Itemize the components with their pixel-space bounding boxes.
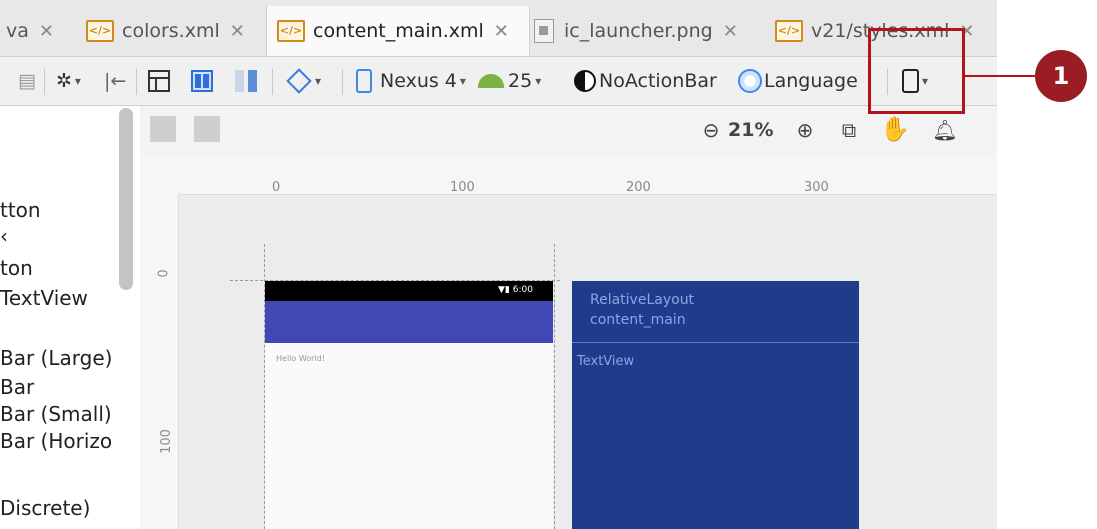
pan-hand-icon[interactable]: ✋ [880,114,910,144]
image-file-icon [534,19,554,43]
notification-bell-icon[interactable]: 🔔︎ [932,116,958,144]
ruler-tick-label: 200 [626,180,651,195]
settings-gear-icon[interactable]: ✲ ▾ [56,65,81,97]
tab-label: va [6,20,29,42]
guide-line [554,244,555,529]
design-view-icon[interactable] [148,65,170,97]
layout-toolbar: ▤ ✲ ▾ |← ▾ Nexus 4 ▾ 25 ▾ NoActionBar Langu… [0,57,1000,106]
blueprint-textview[interactable]: TextView [577,354,634,369]
design-blueprint-split-icon[interactable] [234,65,258,97]
editor-tab-bar: va ✕ </> colors.xml ✕ </> content_main.x… [0,0,1000,57]
xml-file-icon: </> [86,20,114,42]
blueprint-layout-type: RelativeLayout [590,292,695,308]
palette-item[interactable]: TextView [0,286,88,310]
zoom-to-fit-icon[interactable]: ⧉ [836,116,862,144]
palette-item[interactable]: Bar (Small) [0,402,112,426]
palette-item[interactable]: Discrete) [0,496,90,520]
blueprint-view-icon[interactable] [190,65,214,97]
callout-number-badge: 1 [1035,50,1087,102]
globe-icon [738,69,762,93]
palette-item[interactable]: Bar (Horizo [0,429,112,453]
zoom-in-icon[interactable]: ⊕ [792,116,818,144]
close-icon[interactable]: ✕ [39,21,54,42]
tab-colors-xml[interactable]: </> colors.xml ✕ [86,8,256,54]
phone-icon [356,69,372,93]
xml-file-icon: </> [775,20,803,42]
zoom-level: 21% [728,119,774,141]
vertical-ruler: 0 100 [140,194,179,529]
blueprint-divider [572,342,859,343]
ruler-tick-label: 100 [450,180,475,195]
orientation-icon[interactable]: ▾ [286,65,321,97]
callout-leader-line [965,75,1035,77]
close-icon[interactable]: ✕ [494,21,509,42]
pan-left-icon[interactable] [150,116,176,142]
status-bar-time: ▼▮ 6:00 [498,285,533,295]
palette-item[interactable]: Bar [0,375,34,399]
ruler-tick-label: 100 [158,429,174,454]
api-label: 25 [508,70,533,92]
palette-item[interactable]: tton [0,198,41,222]
language-label: Language [764,70,858,92]
tab-content-main-xml[interactable]: </> content_main.xml ✕ [266,6,530,56]
palette-toggle-icon[interactable]: ▤ [18,65,36,97]
tab-ic-launcher-png[interactable]: ic_launcher.png ✕ [534,8,762,54]
tab-label: content_main.xml [313,20,484,42]
palette-item[interactable]: ‹ [0,224,8,248]
align-left-icon[interactable]: |← [104,65,126,97]
device-content-area[interactable] [265,343,553,529]
ruler-tick-label: 0 [272,180,281,195]
device-label: Nexus 4 [380,70,457,92]
api-level-selector[interactable]: 25 ▾ [478,65,541,97]
theme-selector[interactable]: NoActionBar [574,65,717,97]
close-icon[interactable]: ✕ [230,21,245,42]
tab-label: ic_launcher.png [564,20,713,42]
tab-java[interactable]: va ✕ [0,8,84,54]
language-selector[interactable]: Language [738,65,858,97]
xml-file-icon: </> [277,20,305,42]
palette-item[interactable]: Bar (Large) [0,346,112,370]
ruler-tick-label: 300 [804,180,829,195]
ruler-tick-label: 0 [156,269,172,278]
palette-scrollbar[interactable] [119,108,133,290]
device-app-bar[interactable] [265,301,553,343]
theme-label: NoActionBar [599,70,717,92]
device-menu-highlight-box [868,28,965,114]
android-icon [478,74,504,88]
palette-item[interactable]: ton [0,256,33,280]
horizontal-ruler: 0 100 200 300 [140,154,997,195]
hello-world-textview[interactable]: Hello World! [276,354,325,363]
theme-icon [574,70,596,92]
pan-right-icon[interactable] [194,116,220,142]
tab-label: colors.xml [122,20,220,42]
blueprint-layout-id: content_main [590,312,686,328]
close-icon[interactable]: ✕ [723,21,738,42]
zoom-out-icon[interactable]: ⊖ [698,116,724,144]
device-selector[interactable]: Nexus 4 ▾ [356,65,466,97]
